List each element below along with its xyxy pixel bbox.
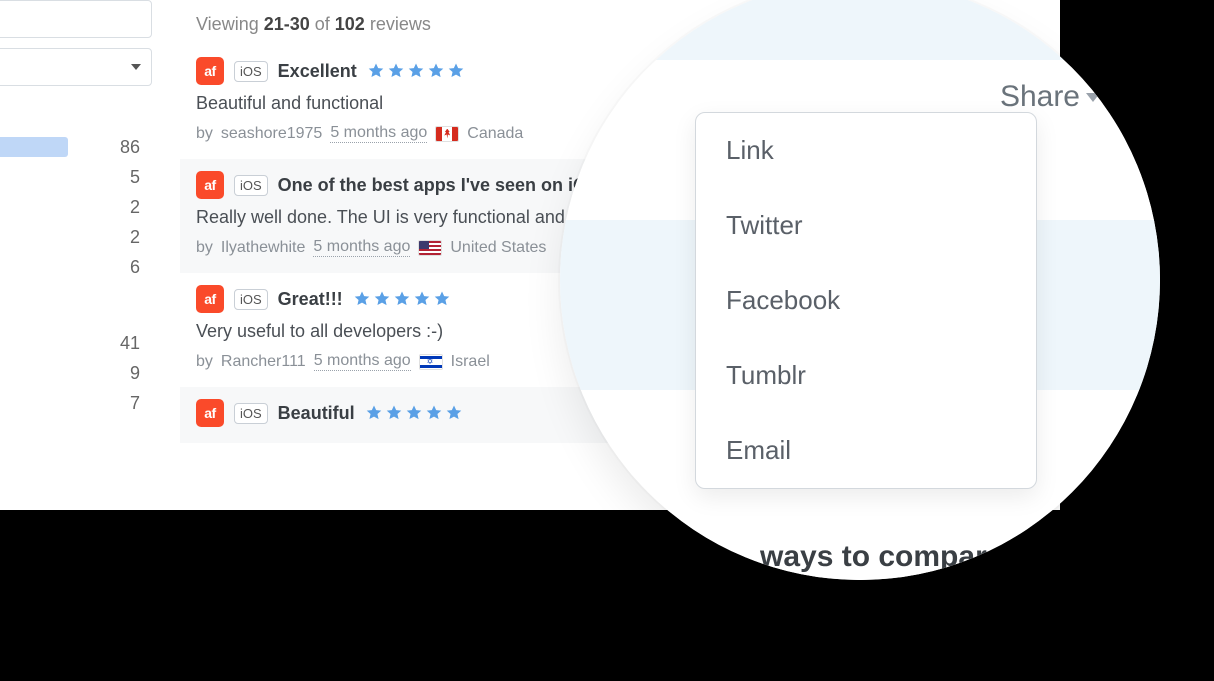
rating-row[interactable]: 2 (0, 192, 140, 222)
keyword-filter-input[interactable]: yword (0, 0, 152, 38)
country-count: 41 (100, 333, 140, 354)
star-rating (353, 290, 451, 308)
star-icon (353, 290, 371, 308)
rating-rows: 86 5 2 2 6 (0, 132, 150, 282)
viewing-of: of (310, 14, 335, 34)
viewing-total: 102 (335, 14, 365, 34)
rating-row[interactable]: 5 (0, 162, 140, 192)
rating-filter-label: ting (0, 104, 150, 124)
review-title: Beautiful (278, 403, 355, 424)
rating-row[interactable]: 86 (0, 132, 140, 162)
review-author: seashore1975 (221, 125, 322, 143)
platform-badge: iOS (234, 289, 268, 310)
app-icon: af (196, 57, 224, 85)
star-icon (367, 62, 385, 80)
country-count: 9 (100, 363, 140, 384)
review-timestamp[interactable]: 5 months ago (330, 124, 427, 143)
country-row[interactable]: ngdom 9 (0, 358, 140, 388)
viewing-suffix: reviews (365, 14, 431, 34)
rating-count: 86 (100, 137, 140, 158)
share-label: Share (1000, 80, 1080, 114)
share-button[interactable]: Share (1000, 80, 1100, 114)
share-menu-item-email[interactable]: Email (696, 413, 1036, 488)
review-country: United States (450, 239, 546, 257)
review-country: Israel (451, 353, 490, 371)
chevron-down-icon (131, 64, 141, 70)
flag-israel-icon: ✡ (419, 354, 443, 370)
review-by-prefix: by (196, 239, 213, 257)
share-menu-item-link[interactable]: Link (696, 113, 1036, 188)
rating-count: 6 (100, 257, 140, 278)
review-country: Canada (467, 125, 523, 143)
star-rating (367, 62, 465, 80)
star-icon (447, 62, 465, 80)
review-author: Ilyathewhite (221, 239, 306, 257)
country-filter-label: untry (0, 300, 150, 320)
share-menu-item-facebook[interactable]: Facebook (696, 263, 1036, 338)
review-title: Great!!! (278, 289, 343, 310)
viewing-range: 21-30 (264, 14, 310, 34)
star-rating (365, 404, 463, 422)
app-icon: af (196, 285, 224, 313)
app-icon: af (196, 399, 224, 427)
chevron-down-icon (1086, 93, 1100, 102)
app-icon: af (196, 171, 224, 199)
star-icon (405, 404, 423, 422)
lens-bg-row (560, 0, 1160, 60)
star-icon (427, 62, 445, 80)
review-title: One of the best apps I've seen on iOS (278, 175, 599, 196)
platform-badge: iOS (234, 175, 268, 196)
share-menu-item-twitter[interactable]: Twitter (696, 188, 1036, 263)
flag-canada-icon (435, 126, 459, 142)
star-icon (387, 62, 405, 80)
rating-row[interactable]: 6 (0, 252, 140, 282)
magnifier-lens: Share pps are ways to compare Link Twitt… (560, 0, 1160, 580)
lens-accent-bar (1102, 0, 1114, 60)
review-author: Rancher111 (221, 353, 306, 371)
rating-count: 5 (100, 167, 140, 188)
filters-sidebar: yword ting 86 5 2 (0, 0, 150, 510)
country-row[interactable]: 7 (0, 388, 140, 418)
country-count: 7 (100, 393, 140, 414)
star-icon (407, 62, 425, 80)
star-icon (425, 404, 443, 422)
review-timestamp[interactable]: 5 months ago (313, 238, 410, 257)
star-icon (445, 404, 463, 422)
star-icon (393, 290, 411, 308)
country-rows: ates 41 ngdom 9 7 (0, 328, 150, 418)
star-icon (433, 290, 451, 308)
review-by-prefix: by (196, 353, 213, 371)
platform-badge: iOS (234, 61, 268, 82)
review-timestamp[interactable]: 5 months ago (314, 352, 411, 371)
share-menu: Link Twitter Facebook Tumblr Email (695, 112, 1037, 489)
star-icon (385, 404, 403, 422)
country-row[interactable]: ates 41 (0, 328, 140, 358)
filter-select[interactable] (0, 48, 152, 86)
review-title: Excellent (278, 61, 357, 82)
star-icon (373, 290, 391, 308)
star-icon (365, 404, 383, 422)
flag-us-icon (418, 240, 442, 256)
review-by-prefix: by (196, 125, 213, 143)
rating-count: 2 (100, 227, 140, 248)
background-text: ways to compare (760, 540, 1140, 574)
viewing-prefix: Viewing (196, 14, 264, 34)
platform-badge: iOS (234, 403, 268, 424)
rating-count: 2 (100, 197, 140, 218)
share-menu-item-tumblr[interactable]: Tumblr (696, 338, 1036, 413)
rating-row[interactable]: 2 (0, 222, 140, 252)
star-icon (413, 290, 431, 308)
